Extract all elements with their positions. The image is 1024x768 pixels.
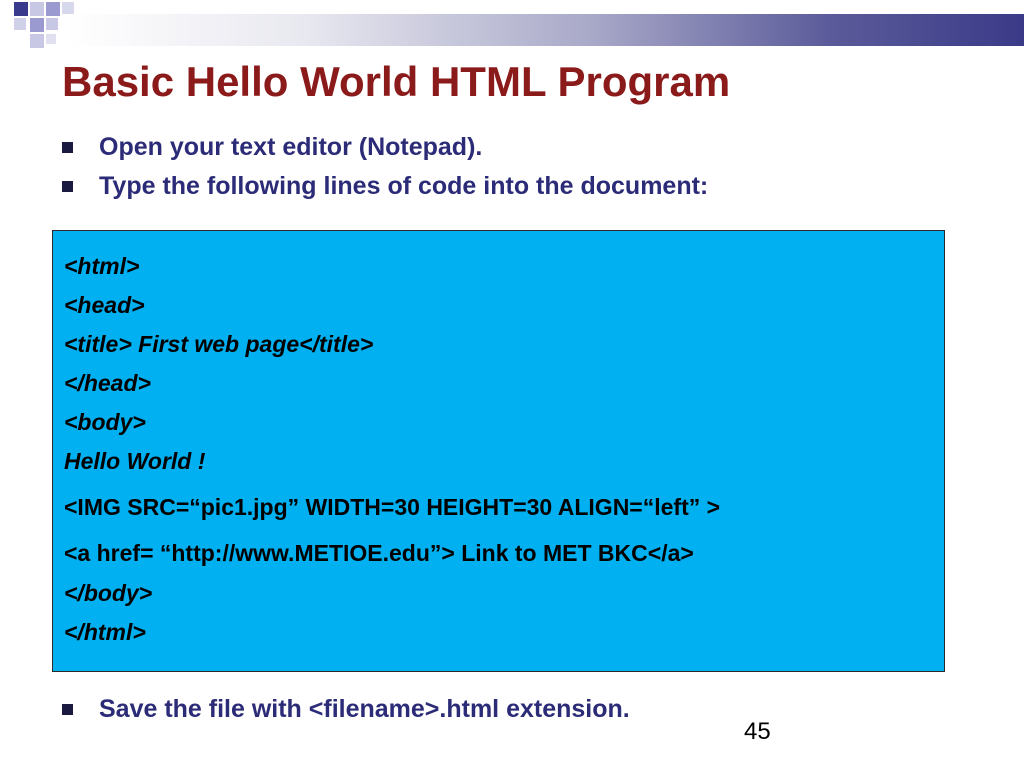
code-line: <html> [64,253,140,279]
square-bullet-icon [62,704,73,715]
code-block: <html> <head> <title> First web page</ti… [52,230,945,672]
slide-title: Basic Hello World HTML Program [62,58,731,105]
bullet-item: Save the file with <filename>.html exten… [62,695,630,724]
header-gradient-bar [66,14,1024,46]
bullet-item: Open your text editor (Notepad). [62,133,482,162]
bullet-text: Type the following lines of code into th… [99,172,709,200]
square-bullet-icon [62,181,73,192]
code-line: <body> [64,409,146,435]
code-line: <a href= “http://www.METIOE.edu”> Link t… [64,540,694,566]
code-line: <head> [64,292,145,318]
page-number: 45 [744,718,771,745]
code-line: </head> [64,370,151,396]
bullet-text: Save the file with <filename>.html exten… [99,695,630,723]
square-bullet-icon [62,142,73,153]
bullet-item: Type the following lines of code into th… [62,172,708,201]
bullet-text: Open your text editor (Notepad). [99,133,483,161]
code-line: </html> [64,619,146,645]
code-line: <IMG SRC=“pic1.jpg” WIDTH=30 HEIGHT=30 A… [64,494,721,520]
code-line: </body> [64,580,153,606]
code-line: Hello World ! [64,448,206,474]
code-line: <title> First web page</title> [64,331,374,357]
